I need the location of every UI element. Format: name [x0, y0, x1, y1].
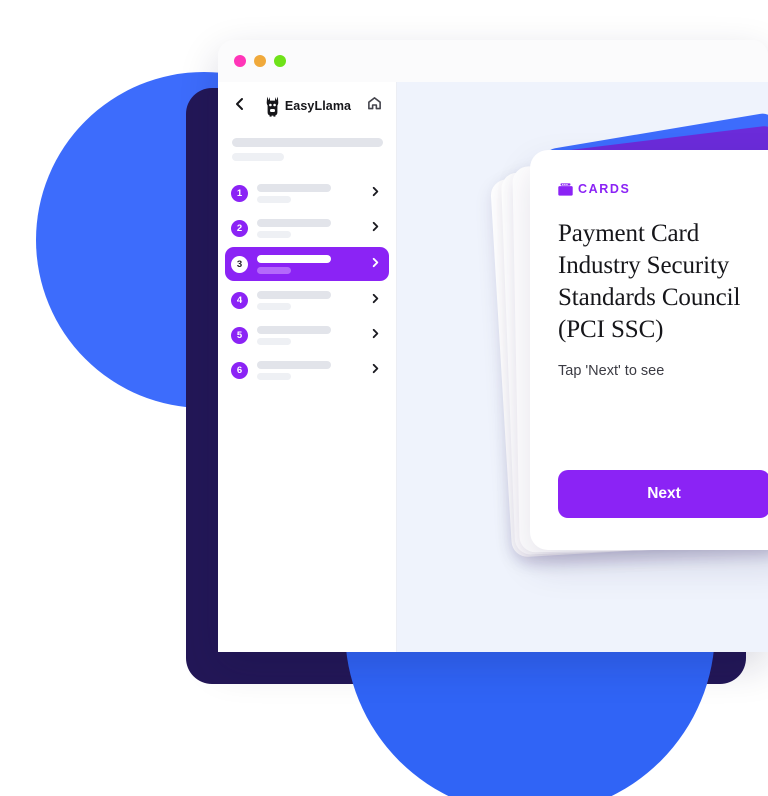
flashcard-tag: CARDS: [558, 182, 768, 196]
screenshot-stage: EasyLlama 1 2 3 4 5 6 CARDS Payment Card Indu…: [0, 0, 768, 796]
sidebar-item-number: 2: [231, 219, 248, 237]
chevron-right-icon[interactable]: [370, 184, 381, 202]
flashcard-title: Payment Card Industry Security Standards…: [558, 220, 741, 343]
sidebar-item-6[interactable]: 6: [225, 354, 389, 386]
placeholder-bar: [257, 254, 331, 263]
sidebar-item-number: 4: [231, 291, 248, 309]
window-minimize-button[interactable]: [254, 55, 266, 67]
placeholder-bar: [232, 138, 383, 147]
sidebar-item-number: 1: [231, 184, 248, 202]
placeholder-bar: [257, 266, 291, 274]
placeholder-bar: [257, 218, 331, 227]
sidebar-item-2[interactable]: 2: [225, 212, 389, 244]
placeholder-bar: [257, 183, 331, 192]
placeholder-bar: [257, 230, 291, 238]
sidebar-item-1[interactable]: 1: [225, 177, 389, 209]
sidebar: EasyLlama 1 2 3 4 5 6: [218, 82, 397, 652]
brand-name: EasyLlama: [284, 99, 352, 113]
home-icon[interactable]: [367, 96, 382, 116]
sidebar-item-label-placeholder: [257, 218, 370, 238]
window-close-button[interactable]: [234, 55, 246, 67]
flashcard-subtitle: Tap 'Next' to see: [558, 363, 665, 379]
sidebar-item-number: 3: [231, 255, 248, 273]
flashcard-tag-label: CARDS: [578, 182, 631, 196]
llama-mark-icon: [266, 96, 279, 117]
sidebar-title-placeholder: [218, 130, 396, 161]
placeholder-bar: [257, 337, 291, 345]
chevron-right-icon[interactable]: [370, 255, 381, 273]
sidebar-item-label-placeholder: [257, 183, 370, 203]
chevron-right-icon[interactable]: [370, 326, 381, 344]
sidebar-nav-list: 1 2 3 4 5 6: [218, 177, 396, 386]
placeholder-bar: [257, 325, 331, 334]
placeholder-bar: [257, 195, 291, 203]
placeholder-bar: [257, 290, 331, 299]
sidebar-item-4[interactable]: 4: [225, 284, 389, 316]
back-chevron-icon[interactable]: [232, 96, 248, 117]
sidebar-item-label-placeholder: [257, 360, 370, 380]
placeholder-bar: [257, 360, 331, 369]
wallet-icon: [558, 182, 573, 196]
sidebar-item-number: 6: [231, 361, 248, 379]
chevron-right-icon[interactable]: [370, 219, 381, 237]
sidebar-item-3[interactable]: 3: [225, 247, 389, 281]
placeholder-bar: [257, 372, 291, 380]
brand-logo: EasyLlama: [264, 96, 351, 117]
sidebar-item-label-placeholder: [257, 254, 370, 274]
placeholder-bar: [232, 153, 284, 161]
window-titlebar: [218, 40, 768, 82]
sidebar-header: EasyLlama: [218, 82, 396, 130]
sidebar-item-number: 5: [231, 326, 248, 344]
sidebar-item-label-placeholder: [257, 325, 370, 345]
chevron-right-icon[interactable]: [370, 361, 381, 379]
chevron-right-icon[interactable]: [370, 291, 381, 309]
flashcard: CARDS Payment Card Industry Security Sta…: [530, 150, 768, 550]
window-zoom-button[interactable]: [274, 55, 286, 67]
sidebar-item-5[interactable]: 5: [225, 319, 389, 351]
next-button[interactable]: Next: [558, 470, 768, 518]
placeholder-bar: [257, 302, 291, 310]
flashcard-stack: CARDS Payment Card Industry Security Sta…: [490, 111, 768, 558]
sidebar-item-label-placeholder: [257, 290, 370, 310]
